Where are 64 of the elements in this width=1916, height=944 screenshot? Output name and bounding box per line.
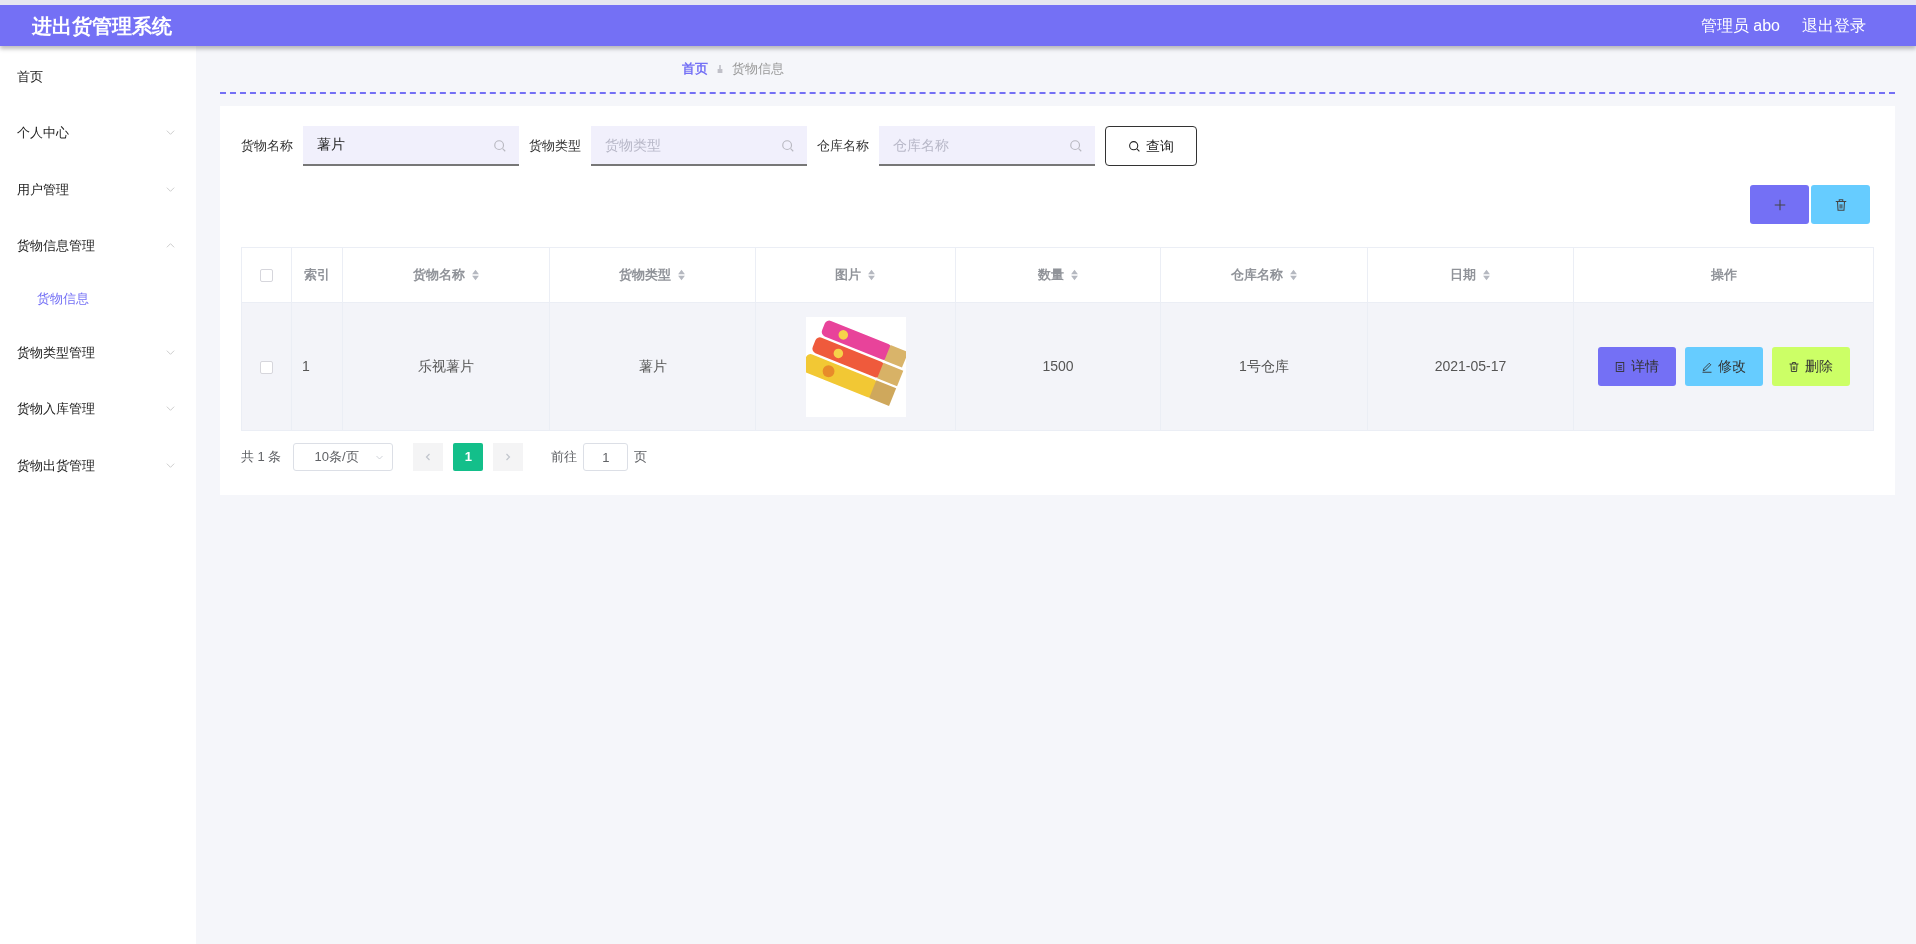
sort-icon[interactable] [867, 269, 876, 281]
column-header[interactable]: 日期 [1450, 265, 1476, 285]
column-header[interactable]: 数量 [1037, 265, 1064, 285]
search-icon [493, 139, 507, 153]
sidebar-item[interactable]: 货物信息管理 [0, 217, 196, 274]
add-button[interactable] [1750, 185, 1809, 224]
page-input[interactable]: 1 [583, 443, 629, 471]
column-header[interactable]: 图片 [835, 265, 861, 285]
logout-link[interactable]: 退出登录 [1802, 13, 1866, 38]
sidebar-item[interactable]: 货物类型管理 [0, 324, 196, 381]
sort-icon[interactable] [1482, 269, 1491, 281]
prev-page-button[interactable] [413, 443, 444, 471]
plus-icon [1772, 197, 1787, 212]
goto-suffix: 页 [634, 448, 648, 467]
sort-icon[interactable] [1069, 269, 1079, 281]
trash-icon [1833, 197, 1848, 212]
sidebar-item[interactable]: 货物入库管理 [0, 380, 196, 437]
sidebar-item[interactable]: 货物出货管理 [0, 437, 196, 494]
field-label: 货物名称 [241, 137, 293, 156]
column-header[interactable]: 货物类型 [619, 265, 671, 285]
sidebar-item[interactable]: 个人中心 [0, 104, 196, 161]
checkbox[interactable] [260, 360, 273, 374]
field-label: 仓库名称 [817, 137, 869, 156]
sidebar-item[interactable]: 用户管理 [0, 161, 196, 218]
column-header[interactable]: 货物名称 [412, 265, 465, 285]
search-field[interactable]: 仓库名称 [879, 126, 1095, 166]
edit-button[interactable]: 修改 [1684, 347, 1763, 386]
breadcrumb-item[interactable]: 首页 [681, 59, 708, 79]
sidebar-item[interactable]: 首页 [0, 48, 196, 105]
search-field[interactable]: 货物类型 [591, 126, 807, 166]
separator-icon [715, 64, 724, 74]
search-icon [781, 139, 795, 153]
field-label: 货物类型 [529, 137, 581, 156]
page-size-select[interactable]: 10条/页 [293, 443, 394, 471]
trash-icon [1788, 360, 1800, 373]
search-icon [1128, 139, 1141, 153]
table-cell: 2021-05-17 [1434, 358, 1507, 374]
user-label: 管理员 abo [1700, 15, 1780, 36]
breadcrumb-item: 货物信息 [731, 60, 784, 79]
table-cell: 薯片 [638, 358, 667, 374]
search-field[interactable]: 薯片 [303, 126, 519, 166]
column-header[interactable]: 仓库名称 [1230, 265, 1283, 285]
table-cell: 1号仓库 [1239, 358, 1289, 374]
pen-icon [1701, 360, 1713, 373]
delete-button[interactable]: 删除 [1771, 347, 1850, 386]
search-icon [1069, 139, 1083, 153]
table-cell: 1 [302, 358, 310, 374]
column-header[interactable]: 操作 [1710, 265, 1737, 285]
table-cell: 乐视薯片 [418, 358, 474, 374]
goto-label: 前往 [551, 448, 578, 467]
app-title: 进出货管理系统 [32, 13, 172, 39]
checkbox[interactable] [260, 269, 273, 283]
sort-icon[interactable] [470, 269, 480, 281]
detail-button[interactable]: 详情 [1597, 347, 1676, 386]
delete-button[interactable] [1811, 185, 1870, 224]
document-icon [1614, 360, 1626, 373]
next-page-button[interactable] [493, 443, 524, 471]
table-cell: 1500 [1042, 358, 1074, 374]
sort-icon[interactable] [677, 269, 686, 281]
column-header[interactable]: 索引 [304, 265, 330, 285]
total-count: 共 1 条 [241, 448, 282, 467]
sidebar-subitem[interactable]: 货物信息 [0, 274, 196, 324]
query-button[interactable]: 查询 [1105, 126, 1197, 166]
sort-icon[interactable] [1288, 269, 1298, 281]
